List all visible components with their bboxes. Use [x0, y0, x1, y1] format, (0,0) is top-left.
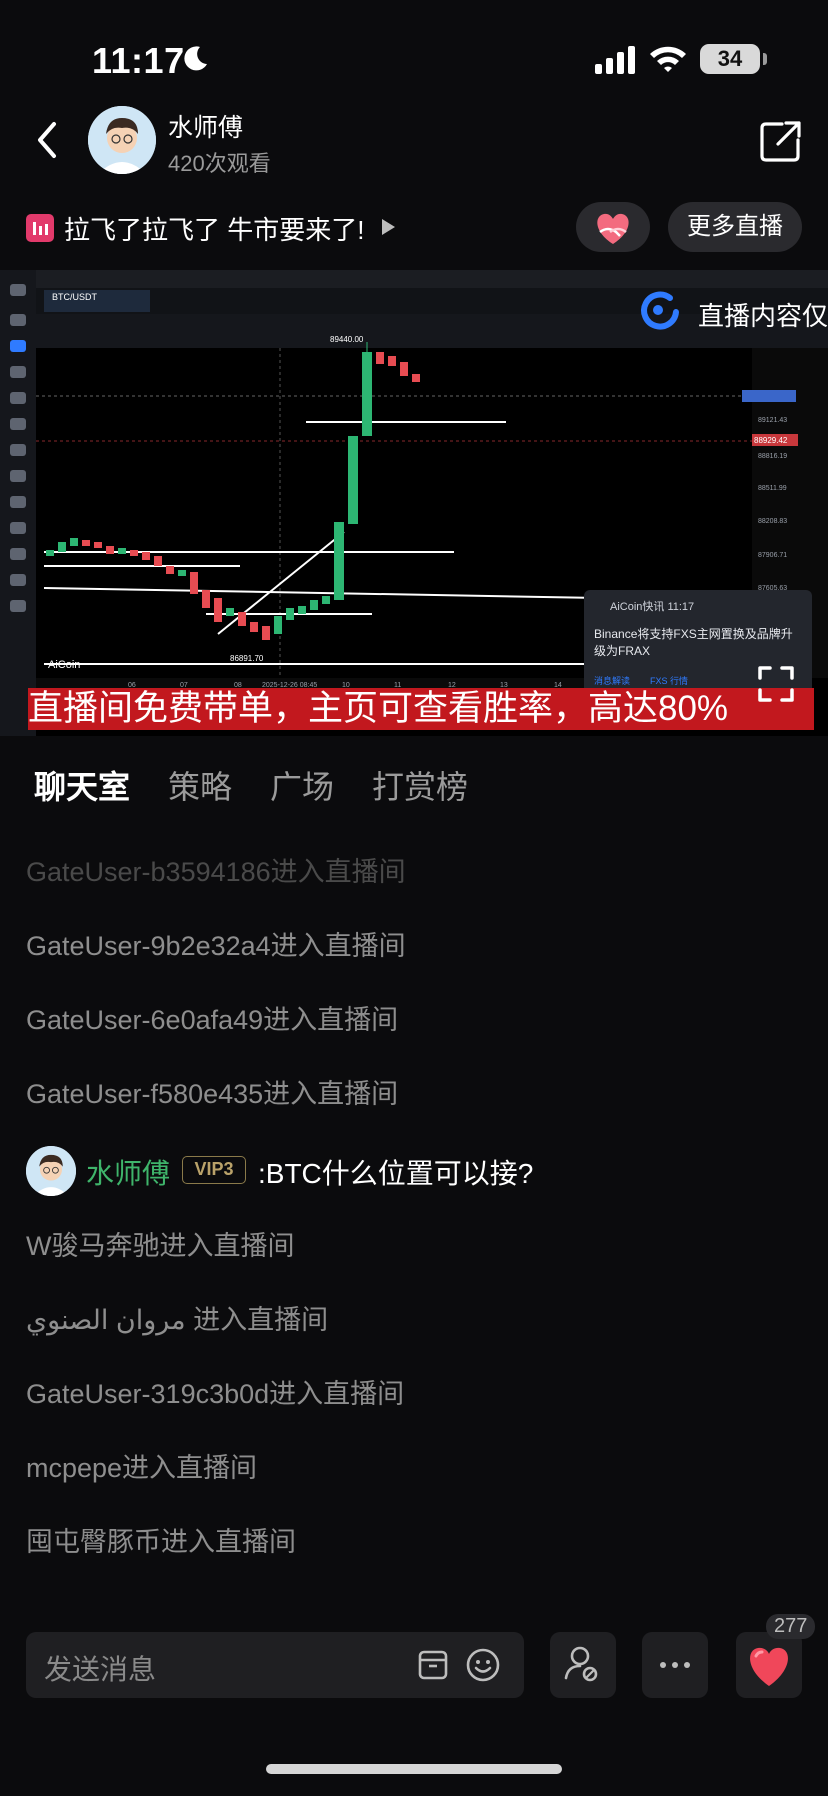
live-title-row: 拉飞了拉飞了 牛市要来了! 更多直播 — [0, 200, 828, 260]
live-bars-icon — [26, 214, 54, 242]
avatar-illustration — [88, 106, 156, 174]
chat-message: GateUser-6e0afa49进入直播间 — [26, 1005, 399, 1035]
live-video-player[interactable]: BTC/USDT 88929.42 89121.43 88816.19 8851… — [0, 270, 828, 736]
low-price-label: 86891.70 — [230, 654, 264, 663]
chat-message: mcpepe进入直播间 — [26, 1453, 258, 1483]
play-icon[interactable] — [382, 219, 395, 235]
host-chat-text: :BTC什么位置可以接? — [258, 1158, 534, 1189]
popup-source: AiCoin快讯 11:17 — [610, 601, 695, 613]
popup-tag[interactable]: FXS 行情 — [650, 674, 688, 688]
heart-hands-button[interactable] — [576, 202, 650, 252]
message-placeholder: 发送消息 — [44, 1654, 157, 1685]
moon-icon — [184, 46, 207, 71]
high-price-label: 89440.00 — [330, 335, 364, 344]
chat-message: GateUser-9b2e32a4进入直播间 — [26, 931, 406, 961]
chat-message: مروان الصنوي 进入直播间 — [26, 1305, 329, 1335]
video-banner: 直播间免费带单，主页可查看胜率，高达80% — [28, 688, 814, 730]
status-time: 11:17 — [92, 40, 185, 81]
emoji-icon[interactable] — [464, 1646, 502, 1684]
message-input[interactable]: 发送消息 — [26, 1632, 524, 1698]
chevron-left-icon[interactable] — [30, 118, 64, 162]
host-avatar[interactable] — [88, 106, 156, 174]
wifi-icon — [650, 46, 686, 72]
like-button[interactable] — [736, 1632, 802, 1698]
signal-icon — [595, 46, 635, 74]
watermark: AiCoin — [48, 659, 80, 671]
chat-message: 囤屯臀豚币进入直播间 — [26, 1527, 296, 1557]
like-count-badge: 277 — [766, 1614, 816, 1639]
live-content-text: 直播内容仅 — [698, 301, 828, 331]
chat-message: W骏马奔驰进入直播间 — [26, 1231, 295, 1261]
share-icon[interactable] — [758, 118, 804, 164]
chat-message: GateUser-319c3b0d进入直播间 — [26, 1379, 405, 1409]
user-gear-icon — [564, 1646, 598, 1682]
battery-indicator: 34 — [700, 44, 760, 74]
price-tick: 89121.43 — [758, 417, 787, 424]
pair-label: BTC/USDT — [52, 292, 98, 302]
more-live-button[interactable]: 更多直播 — [668, 202, 802, 252]
price-tick: 87906.71 — [758, 552, 787, 559]
heart-icon — [750, 1647, 788, 1686]
refresh-logo-icon — [641, 291, 679, 330]
more-icon — [660, 1662, 690, 1668]
price-tick: 88208.83 — [758, 518, 787, 525]
tab-chatroom[interactable]: 聊天室 — [34, 762, 130, 808]
host-avatar-small[interactable] — [26, 1146, 76, 1196]
chat-message: GateUser-b3594186进入直播间 — [26, 857, 406, 887]
chat-list[interactable]: GateUser-b3594186进入直播间 GateUser-9b2e32a4… — [0, 836, 828, 1576]
tab-plaza[interactable]: 广场 — [270, 762, 334, 808]
input-bar: 发送消息 277 — [0, 1614, 828, 1704]
live-title[interactable]: 拉飞了拉飞了 牛市要来了! — [64, 210, 364, 247]
more-button[interactable] — [642, 1632, 708, 1698]
current-price-label: 88929.42 — [754, 436, 788, 445]
tab-bar: 聊天室 策略 广场 打赏榜 — [0, 756, 828, 812]
heart-hands-icon — [597, 213, 629, 244]
view-count: 420次观看 — [168, 151, 271, 176]
tab-strategy[interactable]: 策略 — [168, 762, 232, 808]
fullscreen-icon[interactable] — [756, 664, 796, 704]
user-settings-button[interactable] — [550, 1632, 616, 1698]
popup-body: Binance将支持FXS主网置换及品牌升级为FRAX — [594, 627, 793, 658]
battery-nub — [763, 53, 767, 65]
home-indicator[interactable] — [266, 1764, 562, 1774]
live-content-badge: 直播内容仅 — [636, 288, 828, 332]
avatar-illustration — [26, 1146, 76, 1196]
tab-reward-ranking[interactable]: 打赏榜 — [372, 762, 468, 808]
host-chat-name[interactable]: 水师傅 — [86, 1152, 170, 1192]
vip-badge: VIP3 — [182, 1156, 246, 1184]
host-name[interactable]: 水师傅 — [168, 108, 243, 144]
box-icon[interactable] — [414, 1646, 452, 1684]
price-tick: 88511.99 — [758, 485, 787, 492]
chat-message: GateUser-f580e435进入直播间 — [26, 1079, 399, 1109]
price-tick: 88816.19 — [758, 453, 787, 460]
status-bar: 11:17 34 — [0, 0, 828, 120]
popup-tag[interactable]: 消息解读 — [594, 674, 630, 688]
